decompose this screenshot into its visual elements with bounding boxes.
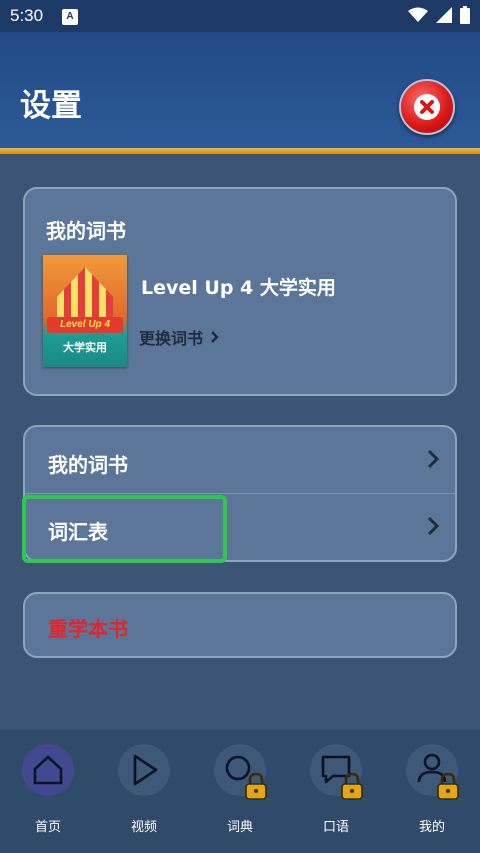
menu-item-label: 我的词书: [48, 453, 128, 477]
chevron-right-icon: [427, 516, 439, 536]
status-bar: 5:30 A: [0, 0, 480, 32]
nav-item-speaking[interactable]: 口语: [288, 744, 384, 844]
nav-label: 词典: [226, 820, 253, 835]
chevron-right-icon: [211, 331, 219, 343]
status-time: 5:30: [10, 6, 44, 25]
nav-item-profile[interactable]: 我的: [384, 744, 480, 844]
home-icon: [22, 744, 74, 796]
nav-label: 首页: [34, 820, 61, 835]
book-cover-image[interactable]: Level Up 4 大学实用: [43, 255, 127, 367]
book-name: Level Up 4 大学实用: [141, 277, 336, 299]
lock-icon: [245, 772, 267, 800]
close-button[interactable]: [399, 79, 455, 135]
nav-item-home[interactable]: 首页: [0, 744, 96, 844]
highlight-box: [22, 495, 227, 563]
current-book-card: 我的词书 Level Up 4 大学实用 Level Up 4 大学实用 更换词…: [23, 187, 457, 396]
change-book-label: 更换词书: [139, 329, 204, 348]
change-book-link[interactable]: 更换词书: [139, 325, 219, 349]
lock-icon: [437, 772, 459, 800]
wifi-icon: [408, 7, 428, 22]
nav-label: 我的: [418, 820, 445, 835]
nav-label: 视频: [130, 820, 157, 835]
bottom-nav: 首页 视频 词典 口语 我的: [0, 730, 480, 853]
page-title: 设置: [20, 88, 82, 124]
nav-label: 口语: [322, 820, 349, 835]
relearn-button[interactable]: 重学本书: [23, 592, 457, 658]
battery-icon: [460, 6, 470, 24]
nav-item-video[interactable]: 视频: [96, 744, 192, 844]
cover-tent-illustration: [57, 267, 113, 317]
play-icon: [118, 744, 170, 796]
signal-icon: [436, 7, 452, 23]
nav-item-dictionary[interactable]: 词典: [192, 744, 288, 844]
header-divider: [0, 148, 480, 154]
status-icons: [408, 6, 470, 24]
cover-level-text: Level Up 4: [47, 317, 123, 333]
menu-item-my-books[interactable]: 我的词书: [25, 427, 455, 493]
cover-subtitle: 大学实用: [63, 341, 107, 354]
book-card-title: 我的词书: [46, 219, 126, 243]
lock-icon: [341, 772, 363, 800]
relearn-label: 重学本书: [48, 617, 128, 641]
chevron-right-icon: [427, 449, 439, 469]
header: 设置: [0, 32, 480, 150]
close-icon: [414, 94, 440, 120]
notification-icon: A: [62, 9, 78, 25]
